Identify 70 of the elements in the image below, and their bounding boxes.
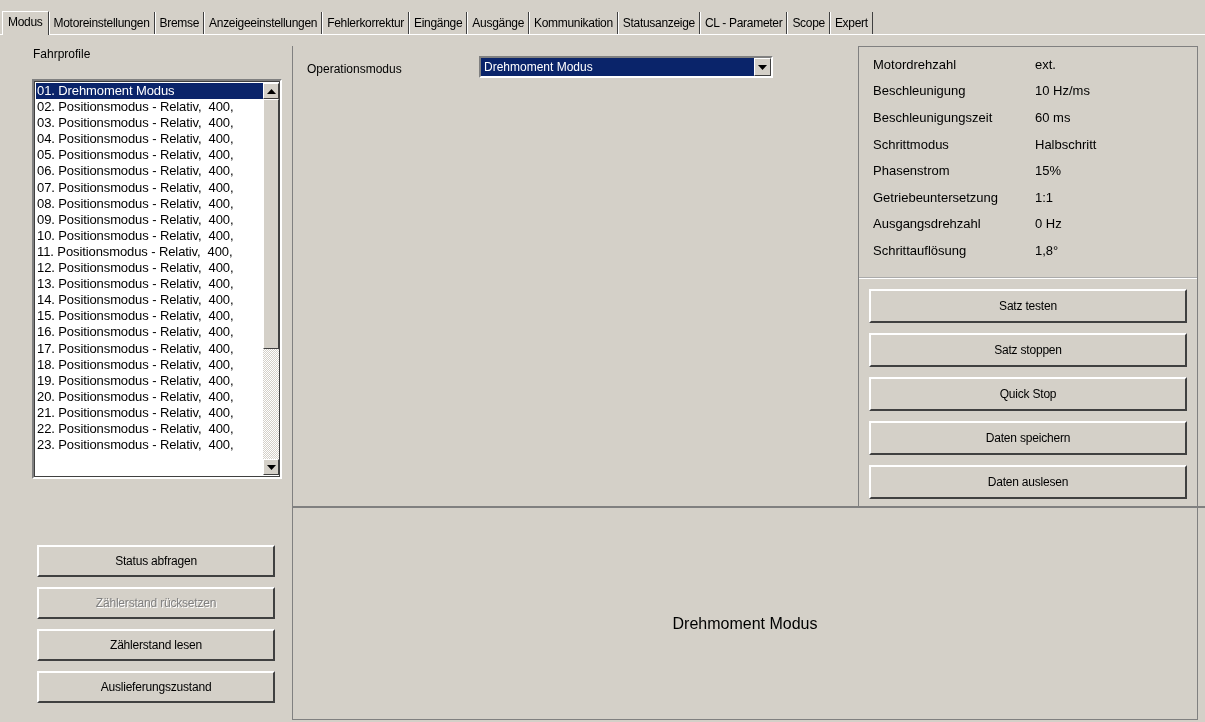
info-value: 1,8° [1035, 242, 1059, 258]
list-item[interactable]: 20. Positionsmodus - Relativ, 400, [36, 388, 237, 405]
action-button[interactable]: Auslieferungszustand [37, 671, 275, 703]
tab[interactable]: Eingänge [409, 12, 468, 34]
list-item[interactable]: 19. Positionsmodus - Relativ, 400, [36, 372, 237, 389]
tab[interactable]: CL - Parameter [700, 12, 788, 34]
tab[interactable]: Motoreinstellungen [48, 12, 155, 34]
info-label: Getriebeuntersetzung [873, 189, 1000, 205]
list-item[interactable]: 14. Positionsmodus - Relativ, 400, [36, 292, 237, 309]
info-value: 0 Hz [1035, 216, 1062, 232]
list-item[interactable]: 23. Positionsmodus - Relativ, 400, [36, 437, 237, 454]
tab[interactable]: Kommunikation [529, 12, 618, 34]
info-value: 1:1 [1035, 189, 1054, 205]
action-button[interactable]: Zählerstand lesen [37, 629, 275, 661]
list-item[interactable]: 22. Positionsmodus - Relativ, 400, [36, 420, 237, 438]
list-item[interactable]: 07. Positionsmodus - Relativ, 400, [36, 179, 237, 196]
info-value: 15% [1035, 163, 1062, 179]
list-item[interactable]: 21. Positionsmodus - Relativ, 400, [36, 404, 237, 421]
profile-list[interactable] [32, 79, 282, 479]
scroll-up-button[interactable] [263, 83, 279, 99]
list-item[interactable]: 17. Positionsmodus - Relativ, 400, [36, 340, 237, 357]
info-value: 60 ms [1035, 110, 1071, 125]
list-item[interactable]: 12. Positionsmodus - Relativ, 400, [36, 260, 237, 277]
tab[interactable]: Modus [2, 11, 49, 35]
tab[interactable]: Fehlerkorrektur [322, 12, 410, 34]
info-label: Schrittauflösung [873, 242, 968, 258]
action-button[interactable]: Quick Stop [869, 377, 1187, 411]
tab[interactable]: Bremse [154, 12, 205, 34]
info-value: 10 Hz/ms [1035, 83, 1090, 99]
tab[interactable]: Statusanzeige [617, 12, 700, 34]
list-item[interactable]: 08. Positionsmodus - Relativ, 400, [36, 195, 237, 212]
info-value: Halbschritt [1035, 136, 1097, 152]
field-label: Operationsmodus [307, 61, 403, 76]
section-label: Fahrprofile [33, 47, 92, 61]
list-item[interactable]: 18. Positionsmodus - Relativ, 400, [36, 356, 237, 373]
list-item[interactable]: 03. Positionsmodus - Relativ, 400, [36, 115, 237, 132]
action-button[interactable]: Satz testen [869, 289, 1187, 323]
action-button[interactable]: Satz stoppen [869, 333, 1187, 367]
list-item[interactable]: 04. Positionsmodus - Relativ, 400, [36, 131, 237, 148]
down-arrow-icon [266, 464, 276, 470]
list-item[interactable]: 15. Positionsmodus - Relativ, 400, [36, 308, 237, 325]
tab[interactable]: Anzeigeeinstellungen [204, 12, 323, 34]
list-item[interactable]: 11. Positionsmodus - Relativ, 400, [36, 243, 236, 261]
list-item[interactable]: 16. Positionsmodus - Relativ, 400, [36, 324, 237, 341]
tab[interactable]: Ausgänge [467, 12, 529, 34]
list-item[interactable]: 10. Positionsmodus - Relativ, 400, [36, 227, 237, 244]
dropdown-arrow-icon [758, 64, 767, 70]
list-item[interactable]: 06. Positionsmodus - Relativ, 400, [36, 163, 237, 180]
action-button[interactable]: Daten auslesen [869, 465, 1187, 499]
scroll-down-button[interactable] [263, 459, 279, 475]
info-value: ext. [1035, 56, 1056, 72]
mode-caption: Drehmoment Modus [672, 614, 818, 633]
list-item[interactable]: 02. Positionsmodus - Relativ, 400, [36, 99, 237, 116]
list-item[interactable]: 09. Positionsmodus - Relativ, 400, [36, 211, 237, 228]
list-item[interactable]: 01. Drehmoment Modus [36, 83, 263, 100]
up-arrow-icon [266, 88, 276, 94]
action-button[interactable]: Status abfragen [37, 545, 275, 577]
list-item[interactable]: 05. Positionsmodus - Relativ, 400, [36, 147, 237, 164]
info-label: Phasenstrom [873, 163, 951, 179]
info-label: Beschleunigung [873, 83, 967, 99]
tab[interactable]: Expert [829, 12, 873, 34]
info-label: Ausgangsdrehzahl [873, 216, 982, 232]
scroll-thumb[interactable] [263, 99, 279, 349]
mode-dropdown[interactable]: Drehmoment Modus [479, 56, 773, 78]
info-label: Motordrehzahl [873, 56, 958, 72]
info-label: Schrittmodus [873, 136, 950, 152]
list-item[interactable]: 13. Positionsmodus - Relativ, 400, [36, 276, 237, 293]
action-button[interactable]: Daten speichern [869, 421, 1187, 455]
info-label: Beschleunigungszeit [873, 110, 994, 125]
tab[interactable]: Scope [787, 12, 830, 34]
